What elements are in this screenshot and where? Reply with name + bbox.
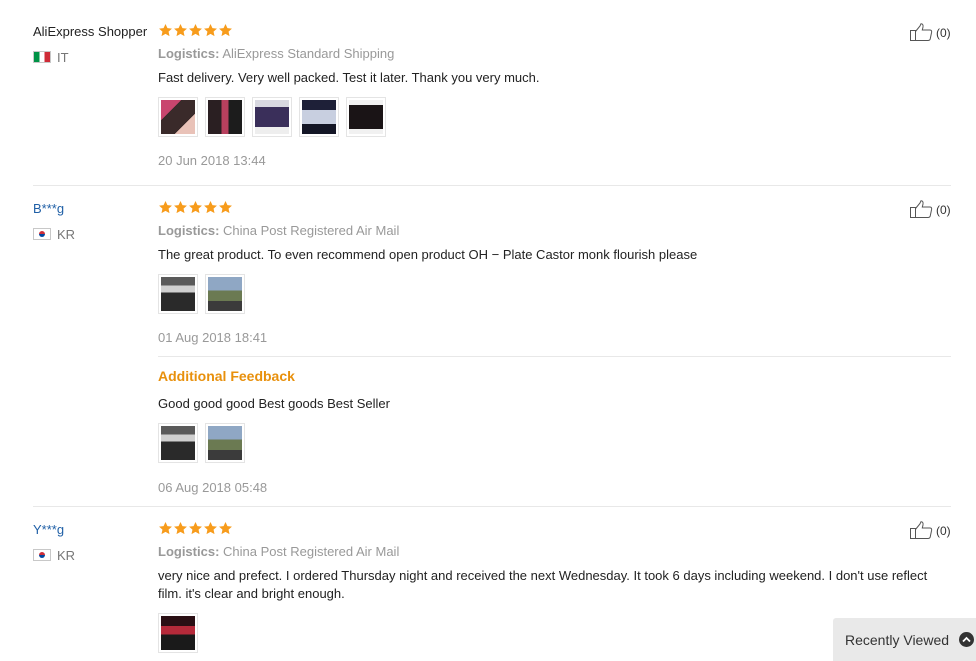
star-icon (203, 23, 218, 38)
south-korea-flag-icon (33, 228, 51, 240)
logistics-method: China Post Registered Air Mail (223, 223, 400, 238)
additional-feedback-photos (158, 423, 252, 463)
star-icon (158, 200, 173, 215)
additional-feedback-label: Additional Feedback (158, 368, 295, 384)
chevron-up-icon (959, 632, 974, 647)
star-rating (158, 23, 233, 39)
logistics-label: Logistics: (158, 223, 220, 238)
recently-viewed-label: Recently Viewed (845, 631, 950, 648)
review-photo[interactable] (346, 97, 386, 137)
star-icon (218, 23, 233, 38)
star-icon (218, 200, 233, 215)
thumbs-up-icon (910, 22, 936, 44)
review-photos (158, 613, 205, 653)
logistics-info: Logistics: China Post Registered Air Mai… (158, 544, 399, 560)
reviewer-name[interactable]: B***g (33, 201, 64, 217)
review-photos (158, 97, 393, 137)
logistics-label: Logistics: (158, 46, 220, 61)
additional-feedback-date: 06 Aug 2018 05:48 (158, 480, 268, 495)
review-text: very nice and prefect. I ordered Thursda… (158, 568, 928, 601)
review-photo[interactable] (158, 97, 198, 137)
logistics-method: AliExpress Standard Shipping (222, 46, 395, 61)
italy-flag-icon (33, 51, 51, 63)
recently-viewed-tab[interactable]: Recently Viewed (833, 618, 976, 661)
helpful-count: (0) (936, 26, 951, 40)
review-photo[interactable] (205, 97, 245, 137)
star-rating (158, 200, 233, 216)
logistics-label: Logistics: (158, 544, 220, 559)
helpful-count: (0) (936, 203, 951, 217)
review-divider (33, 506, 951, 507)
reviewer-name[interactable]: Y***g (33, 522, 64, 538)
review-photo[interactable] (299, 97, 339, 137)
helpful-button[interactable]: (0) (910, 199, 951, 221)
country-code: KR (57, 547, 76, 563)
review-photo[interactable] (158, 423, 198, 463)
review-date: 20 Jun 2018 13:44 (158, 153, 266, 168)
helpful-button[interactable]: (0) (910, 22, 951, 44)
star-rating (158, 521, 233, 537)
helpful-count: (0) (936, 524, 951, 538)
star-icon (203, 200, 218, 215)
additional-feedback-divider (158, 356, 951, 357)
logistics-method: China Post Registered Air Mail (223, 544, 400, 559)
logistics-info: Logistics: AliExpress Standard Shipping (158, 46, 394, 62)
review-divider (33, 185, 951, 186)
star-icon (188, 200, 203, 215)
logistics-info: Logistics: China Post Registered Air Mai… (158, 223, 399, 239)
reviewer-name: AliExpress Shopper (33, 24, 148, 39)
review-text: The great product. To even recommend ope… (158, 247, 698, 262)
reviewer-country: KR (33, 226, 76, 242)
review-photo[interactable] (252, 97, 292, 137)
country-code: KR (57, 226, 76, 242)
thumbs-up-icon (910, 520, 936, 542)
star-icon (158, 23, 173, 38)
star-icon (173, 521, 188, 536)
additional-feedback-text: Good good good Best goods Best Seller (158, 396, 390, 411)
star-icon (173, 200, 188, 215)
star-icon (188, 23, 203, 38)
review-photos (158, 274, 252, 314)
review-date: 01 Aug 2018 18:41 (158, 330, 268, 345)
star-icon (188, 521, 203, 536)
reviews-page: AliExpress Shopper IT Logistics: AliExpr… (0, 0, 976, 661)
south-korea-flag-icon (33, 549, 51, 561)
review-photo[interactable] (205, 423, 245, 463)
reviewer-country: KR (33, 547, 76, 563)
reviewer-country: IT (33, 49, 69, 65)
review-photo[interactable] (158, 613, 198, 653)
star-icon (218, 521, 233, 536)
thumbs-up-icon (910, 199, 936, 221)
star-icon (203, 521, 218, 536)
helpful-button[interactable]: (0) (910, 520, 951, 542)
star-icon (173, 23, 188, 38)
country-code: IT (57, 49, 69, 65)
review-photo[interactable] (205, 274, 245, 314)
review-photo[interactable] (158, 274, 198, 314)
star-icon (158, 521, 173, 536)
review-text: Fast delivery. Very well packed. Test it… (158, 70, 540, 85)
